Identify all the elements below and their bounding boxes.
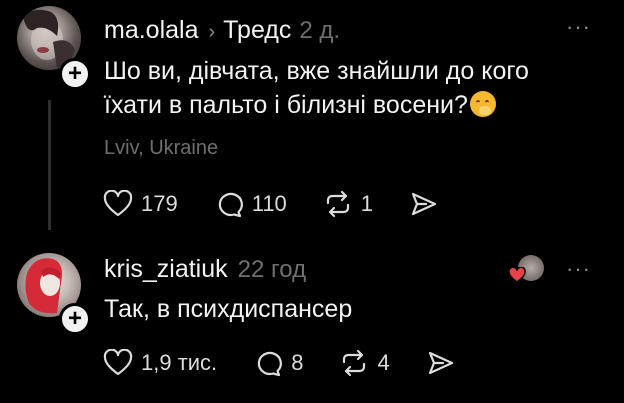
repost-count: 4 bbox=[377, 350, 390, 375]
reply-count: 8 bbox=[291, 350, 304, 375]
username[interactable]: kris_ziatiuk bbox=[104, 255, 228, 284]
share-button[interactable] bbox=[426, 349, 464, 377]
comment-bubble-icon bbox=[257, 351, 283, 377]
post-text-line: їхати в пальто і білизні восени? bbox=[104, 88, 604, 122]
post-header: ma.olala › Тредс 2 д. bbox=[104, 16, 340, 45]
more-options-icon[interactable]: ··· bbox=[566, 258, 591, 280]
shushing-face-emoji bbox=[469, 91, 496, 117]
send-arrow-icon bbox=[428, 351, 453, 375]
repost-button[interactable]: 1 bbox=[323, 190, 373, 218]
post-text: Так, в психдиспансер bbox=[104, 295, 353, 323]
post-actions: 1,9 тис. 8 4 bbox=[103, 349, 500, 377]
post-actions: 179 110 1 bbox=[103, 190, 483, 218]
repost-arrows-icon bbox=[326, 190, 349, 218]
timestamp: 2 д. bbox=[299, 17, 341, 44]
reply-count: 110 bbox=[251, 191, 287, 216]
author-liked-badge bbox=[508, 255, 548, 287]
post-text: Шо ви, дівчата, вже знайшли до кого їхат… bbox=[104, 54, 604, 122]
like-button[interactable]: 1,9 тис. bbox=[103, 349, 217, 377]
chevron-right-icon: › bbox=[208, 21, 216, 43]
username[interactable]: ma.olala bbox=[104, 16, 199, 45]
thread-post: + ma.olala › Тредс 2 д. ··· Шо ви, дівча… bbox=[0, 0, 624, 240]
heart-icon bbox=[103, 190, 133, 217]
post-text-span: їхати в пальто і білизні восени? bbox=[104, 91, 468, 119]
reply-post: + kris_ziatiuk 22 год ··· Так, в психдис… bbox=[0, 240, 624, 403]
comment-bubble-icon bbox=[218, 192, 243, 218]
follow-plus-icon[interactable]: + bbox=[59, 303, 91, 335]
heart-badge-icon bbox=[508, 267, 526, 283]
post-text-line: Шо ви, дівчата, вже знайшли до кого bbox=[104, 57, 529, 85]
repost-button[interactable]: 4 bbox=[339, 349, 390, 377]
like-count: 179 bbox=[141, 191, 178, 216]
reply-button[interactable]: 8 bbox=[253, 349, 303, 377]
heart-icon bbox=[103, 349, 133, 376]
location-label[interactable]: Lviv, Ukraine bbox=[104, 137, 218, 160]
like-button[interactable]: 179 bbox=[103, 190, 178, 218]
topic-tag[interactable]: Тредс bbox=[223, 16, 291, 45]
post-header: kris_ziatiuk 22 год bbox=[104, 255, 306, 284]
timestamp: 22 год bbox=[237, 256, 307, 283]
thread-connector-line bbox=[48, 100, 51, 230]
repost-count: 1 bbox=[360, 191, 374, 216]
share-button[interactable] bbox=[409, 190, 447, 218]
repost-arrows-icon bbox=[343, 349, 366, 377]
follow-plus-icon[interactable]: + bbox=[59, 58, 91, 90]
like-count: 1,9 тис. bbox=[141, 350, 218, 375]
send-arrow-icon bbox=[411, 192, 437, 216]
more-options-icon[interactable]: ··· bbox=[566, 16, 591, 38]
reply-button[interactable]: 110 bbox=[214, 190, 287, 218]
